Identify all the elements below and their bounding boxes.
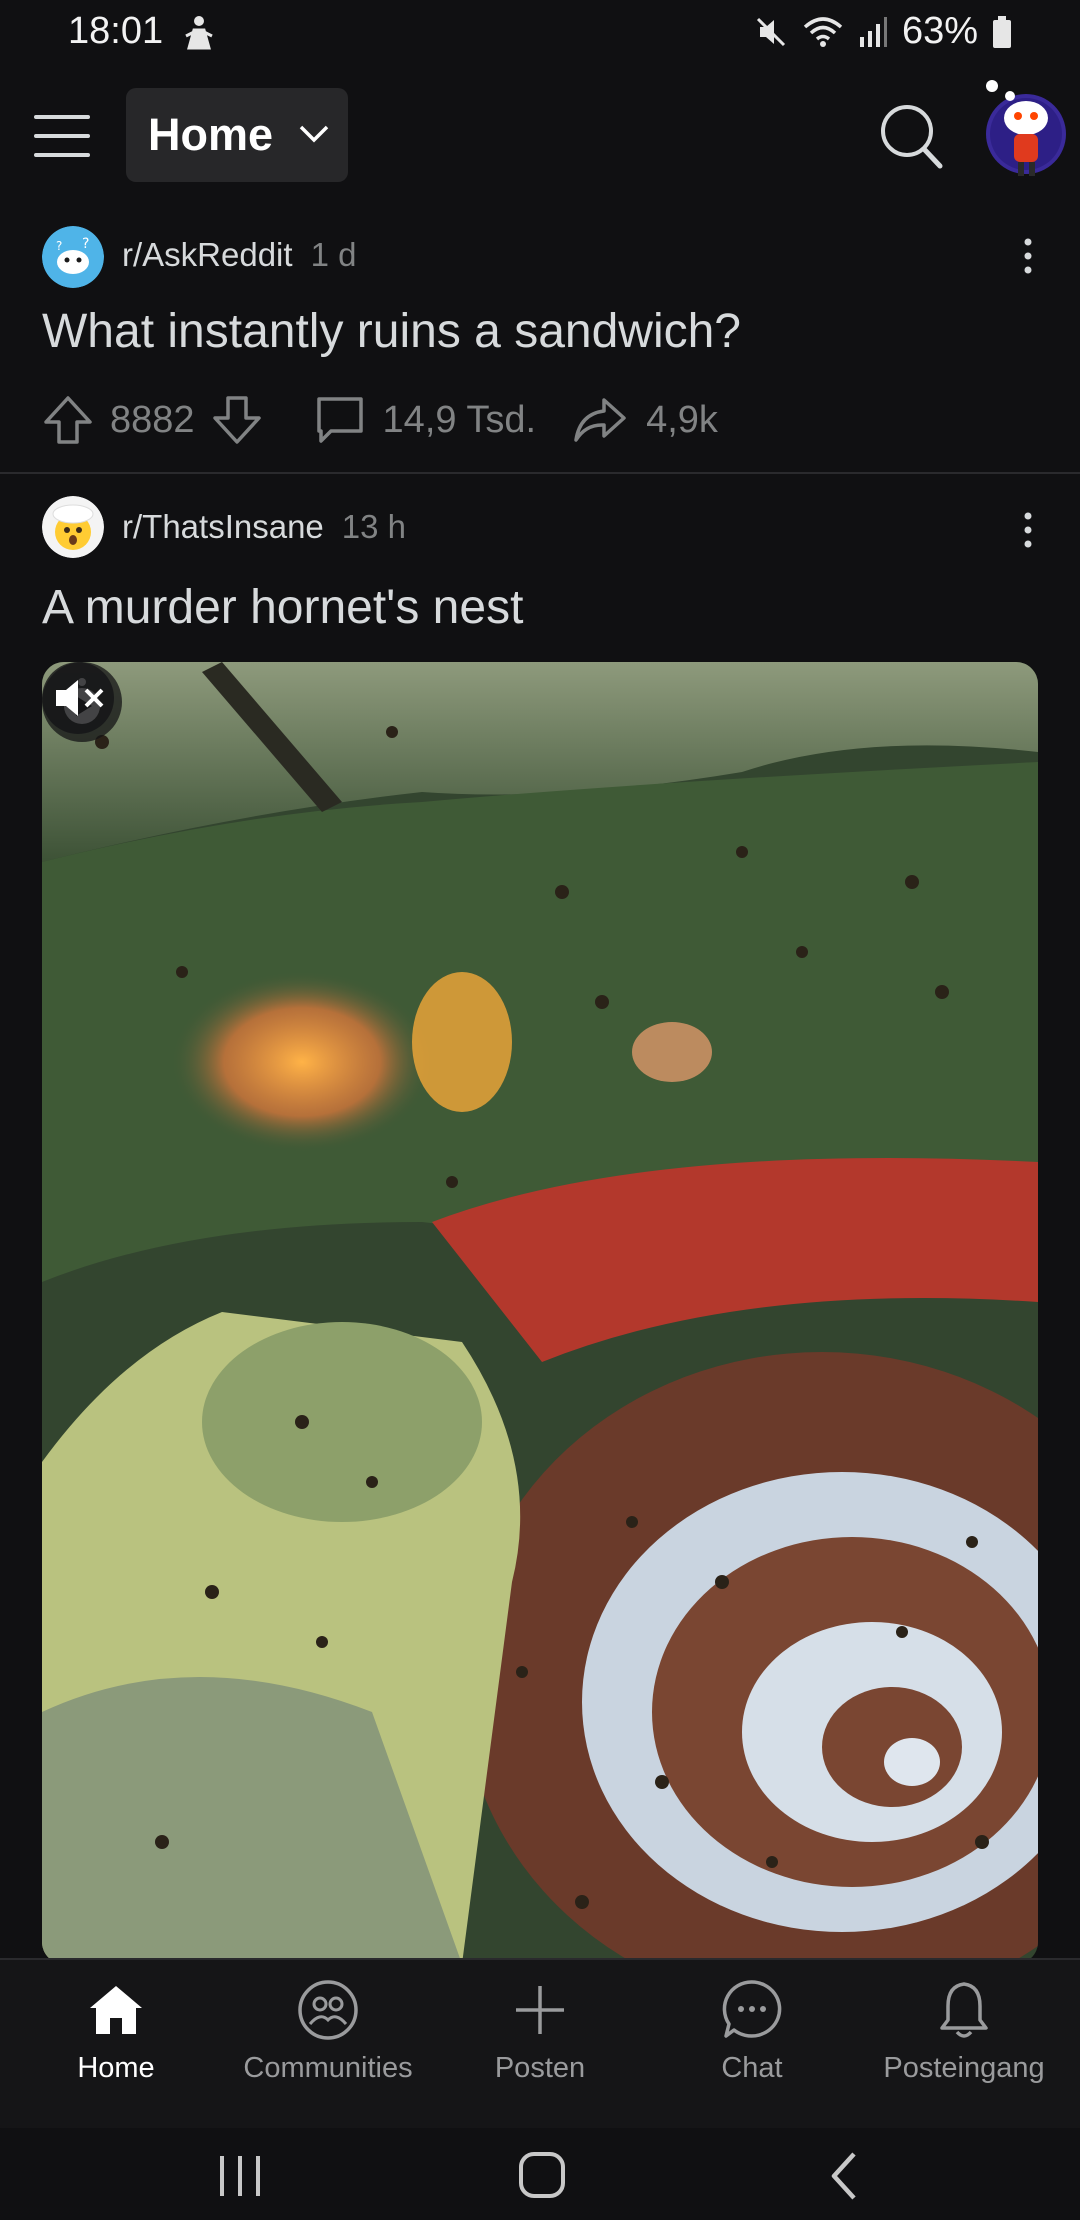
upvote-icon[interactable] bbox=[42, 394, 94, 446]
nav-item-inbox[interactable]: Posteingang bbox=[856, 1960, 1072, 2130]
downvote-icon[interactable] bbox=[211, 394, 263, 446]
comment-count: 14,9 Tsd. bbox=[382, 398, 537, 441]
feed-selector[interactable]: Home bbox=[126, 88, 348, 182]
plus-icon bbox=[516, 1986, 564, 2034]
post-title[interactable]: A murder hornet's nest bbox=[42, 580, 523, 635]
system-nav-bar bbox=[0, 2128, 1080, 2220]
nav-label-chat: Chat bbox=[721, 2052, 783, 2084]
bottom-nav: Home Communities Posten Chat Posteingang bbox=[0, 1958, 1080, 2128]
subreddit-name[interactable]: r/AskReddit bbox=[122, 236, 293, 274]
battery-icon bbox=[993, 15, 1011, 48]
app-header: Home bbox=[0, 66, 1080, 206]
recents-icon[interactable] bbox=[210, 2150, 270, 2202]
post-meta: r/AskReddit 1 d bbox=[122, 236, 356, 274]
status-icons: 63% bbox=[754, 10, 1012, 53]
video-player[interactable] bbox=[42, 662, 1038, 1964]
home-icon bbox=[90, 1986, 142, 2034]
subreddit-icon-askreddit[interactable]: ? ? bbox=[42, 226, 104, 288]
post-card[interactable]: ? ? r/AskReddit 1 d What instantly ruins… bbox=[0, 206, 1080, 472]
nav-item-home[interactable]: Home bbox=[8, 1960, 224, 2130]
chevron-down-icon bbox=[299, 125, 329, 143]
mute-icon bbox=[756, 17, 785, 46]
signal-icon bbox=[859, 16, 887, 47]
reddit-home-feed: 18:01 63% Home ? ? r/AskReddit 1 d What … bbox=[0, 0, 1080, 2220]
nav-item-communities[interactable]: Communities bbox=[220, 1960, 436, 2130]
mute-toggle-icon[interactable] bbox=[42, 662, 114, 734]
nav-label-communities: Communities bbox=[243, 2052, 413, 2084]
more-options-icon[interactable] bbox=[1018, 236, 1038, 276]
svg-text:?: ? bbox=[82, 236, 89, 252]
chat-icon bbox=[722, 1980, 782, 2038]
comment-icon bbox=[316, 397, 363, 443]
nav-item-chat[interactable]: Chat bbox=[644, 1960, 860, 2130]
svg-text:?: ? bbox=[56, 239, 62, 253]
menu-icon[interactable] bbox=[32, 112, 92, 160]
status-bar: 18:01 63% bbox=[0, 0, 1080, 66]
post-title[interactable]: What instantly ruins a sandwich? bbox=[42, 304, 741, 359]
post-card[interactable]: r/ThatsInsane 13 h A murder hornet's nes… bbox=[0, 474, 1080, 1964]
person-icon bbox=[185, 16, 213, 50]
feed-selector-label: Home bbox=[148, 109, 274, 160]
share-count: 4,9k bbox=[646, 398, 718, 441]
subreddit-name[interactable]: r/ThatsInsane bbox=[122, 508, 324, 546]
communities-icon bbox=[298, 1980, 358, 2040]
share-button[interactable]: 4,9k bbox=[536, 394, 718, 446]
battery-percent: 63% bbox=[901, 10, 978, 52]
nav-label-post: Posten bbox=[494, 2052, 586, 2084]
post-age: 13 h bbox=[341, 508, 407, 545]
bell-icon bbox=[940, 1982, 988, 2038]
back-icon[interactable] bbox=[816, 2150, 876, 2202]
subreddit-icon-thatsinsane[interactable] bbox=[42, 496, 104, 558]
vote-count: 8882 bbox=[110, 398, 195, 441]
wifi-icon bbox=[803, 16, 843, 47]
post-meta: r/ThatsInsane 13 h bbox=[122, 508, 406, 546]
more-options-icon[interactable] bbox=[1018, 510, 1038, 550]
share-icon bbox=[574, 398, 626, 442]
status-time: 18:01 bbox=[68, 10, 164, 52]
video-thumbnail bbox=[42, 662, 1038, 1964]
search-icon[interactable] bbox=[878, 102, 944, 170]
vote-group: 8882 bbox=[42, 394, 313, 446]
comments-button[interactable]: 14,9 Tsd. bbox=[313, 393, 537, 447]
nav-item-post[interactable]: Posten bbox=[432, 1960, 648, 2130]
avatar[interactable] bbox=[974, 76, 1066, 184]
nav-label-inbox: Posteingang bbox=[883, 2052, 1045, 2084]
post-action-bar: 8882 14,9 Tsd. 4,9k bbox=[42, 390, 718, 450]
post-age: 1 d bbox=[310, 236, 357, 273]
home-button-icon[interactable] bbox=[512, 2150, 572, 2202]
nav-label-home: Home bbox=[77, 2052, 155, 2084]
